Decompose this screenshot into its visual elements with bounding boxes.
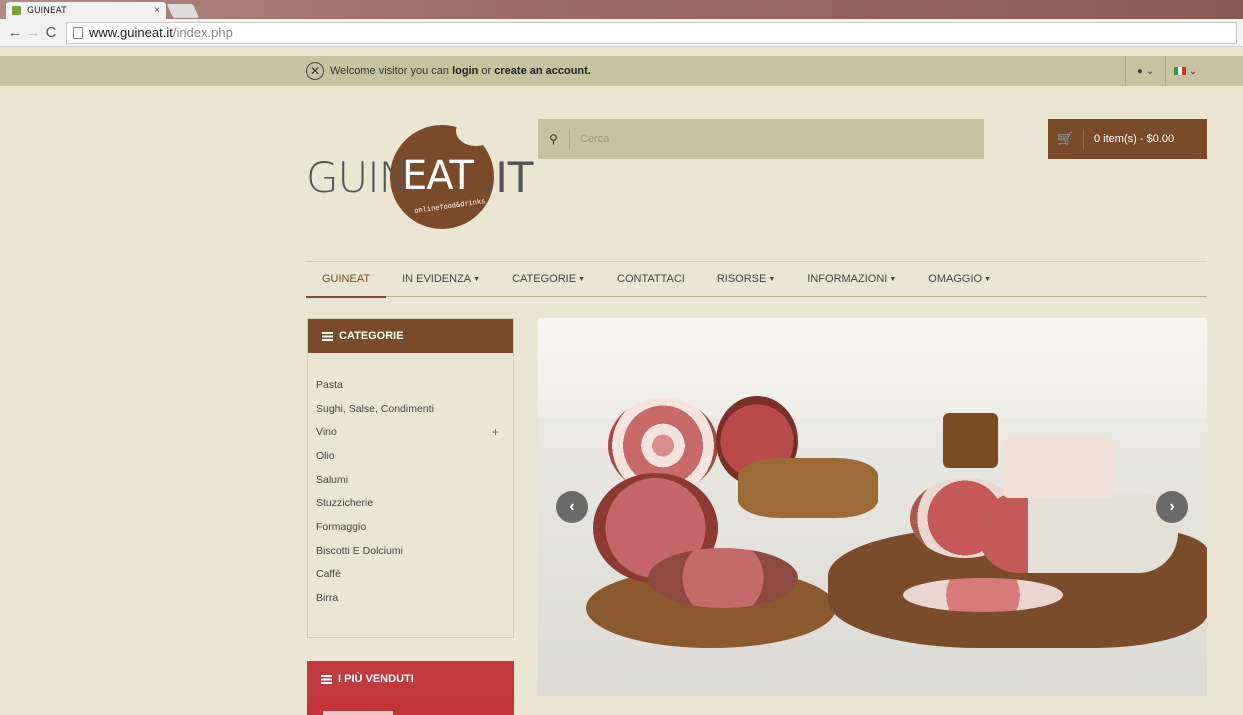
nav-label: RISORSE [716,273,767,285]
cart-button[interactable]: 🛒 0 item(s) - $0.00 [1048,119,1207,159]
caret-down-icon: ▼ [889,275,897,283]
categories-panel: CATEGORIE Pasta Sughi, Salse, Condimenti… [307,318,514,638]
user-menu-button[interactable]: ● ⌄ [1125,56,1165,86]
caret-down-icon: ▼ [578,275,586,283]
language-menu-button[interactable]: ⌄ [1165,56,1205,86]
logo-text-guin: GUIN [306,153,410,202]
category-label: Salumi [316,473,349,486]
hamburger-icon [321,674,332,684]
category-item[interactable]: Vino + [308,420,513,444]
caret-down-icon: ▼ [984,275,992,283]
chevron-down-icon: ⌄ [1188,65,1198,77]
hamburger-icon [322,331,333,341]
user-icon: ● [1136,65,1143,77]
close-circle-icon[interactable]: ✕ [306,62,324,80]
slide-meat-cured-row [903,578,1063,612]
category-item[interactable]: Formaggio [308,515,513,539]
categories-list: Pasta Sughi, Salse, Condimenti Vino + Oli… [308,353,513,610]
category-item[interactable]: Caffè [308,563,513,587]
logo-text-it: .IT [482,153,534,202]
chevron-down-icon: ⌄ [1145,65,1155,77]
nav-item-in-evidenza[interactable]: IN EVIDENZA ▼ [386,261,496,297]
reload-icon[interactable]: C [42,24,60,41]
category-label: Formaggio [316,520,367,533]
bestsellers-header: I PIÙ VENDUTI [307,661,514,697]
slide-meat-slices [648,548,798,608]
site-topbar [0,56,1243,86]
category-label: Pasta [316,378,343,391]
bestsellers-title: I PIÙ VENDUTI [338,673,414,685]
nav-item-omaggio[interactable]: OMAGGIO ▼ [912,261,1007,297]
address-bar: ← → C www.guineat.it/index.php [0,19,1243,47]
expand-plus-icon[interactable]: + [492,425,499,439]
url-field[interactable]: www.guineat.it/index.php [66,21,1237,44]
category-label: Caffè [316,568,341,581]
category-label: Stuzzicherie [316,497,374,510]
category-label: Vino [316,426,337,439]
category-item[interactable]: Pasta [308,373,513,397]
nav-label: INFORMAZIONI [807,273,888,285]
nav-item-guineat[interactable]: GUINEAT [306,261,387,298]
search-input[interactable] [570,119,984,159]
search-bar: ⚲ [538,119,984,159]
cart-summary: 0 item(s) - $0.00 [1094,133,1175,145]
welcome-message: ✕ Welcome visitor you can login or creat… [306,56,591,86]
category-label: Biscotti E Dolciumi [316,544,403,557]
nav-item-informazioni[interactable]: INFORMAZIONI ▼ [791,261,912,297]
category-label: Birra [316,592,339,605]
back-arrow-icon[interactable]: ← [6,24,24,41]
welcome-prefix: Welcome visitor you can [330,65,450,77]
nav-label: CONTATTACI [617,273,685,285]
category-label: Sughi, Salse, Condimenti [316,402,434,415]
slider-prev-button[interactable]: ‹ [556,491,588,523]
category-item[interactable]: Stuzzicherie [308,491,513,515]
nav-item-risorse[interactable]: RISORSE ▼ [701,261,791,297]
site-logo[interactable]: GUIN EAT .IT onlinefood&drinks [306,116,536,240]
nav-label: CATEGORIE [512,273,577,285]
tab-title: GUINEAT [27,5,67,16]
caret-down-icon: ▼ [473,275,481,283]
nav-item-contattaci[interactable]: CONTATTACI [601,261,701,297]
category-item[interactable]: Biscotti E Dolciumi [308,539,513,563]
category-label: Olio [316,449,335,462]
slide-meat-basket [738,458,878,518]
category-item[interactable]: Sughi, Salse, Condimenti [308,397,513,421]
cart-icon: 🛒 [1048,129,1084,149]
caret-down-icon: ▼ [768,275,776,283]
forward-arrow-icon[interactable]: → [24,24,42,41]
browser-tab-bar: GUINEAT × [0,0,1243,19]
logo-text-eat: EAT [402,153,474,199]
slide-meat-lard [1003,438,1113,498]
page-icon [73,26,83,39]
search-icon[interactable]: ⚲ [538,129,570,149]
slider-next-button[interactable]: › [1156,491,1188,523]
new-tab-button[interactable] [166,4,200,18]
url-path: /index.php [172,25,233,40]
nav-item-categorie[interactable]: CATEGORIE ▼ [496,261,601,297]
main-nav: GUINEAT IN EVIDENZA ▼ CATEGORIE ▼ CONTATTA… [306,261,1207,298]
categories-header: CATEGORIE [308,319,513,353]
nav-label: IN EVIDENZA [402,273,472,285]
categories-title: CATEGORIE [339,330,404,342]
slide-mortar [943,413,998,468]
account-controls: ● ⌄ ⌄ [1125,56,1205,86]
bestsellers-item-placeholder [323,711,393,715]
slide-meat-sausage [978,493,1178,573]
tab-close-icon[interactable]: × [154,5,160,16]
hero-slider: ‹ › [538,318,1207,696]
logo-bite [456,116,496,146]
nav-label: OMAGGIO [928,273,983,285]
url-host: www.guineat.it [89,25,173,40]
category-item[interactable]: Olio [308,444,513,468]
nav-label: GUINEAT [322,273,371,285]
bestsellers-panel: I PIÙ VENDUTI [307,661,514,715]
category-item[interactable]: Salumi [308,468,513,492]
or-text: or [481,65,492,77]
create-account-link[interactable]: create an account. [494,65,591,77]
italian-flag-icon [1173,67,1186,75]
favicon-icon [12,6,21,15]
login-link[interactable]: login [452,65,478,77]
category-item[interactable]: Birra [308,586,513,610]
browser-tab[interactable]: GUINEAT × [6,2,166,19]
